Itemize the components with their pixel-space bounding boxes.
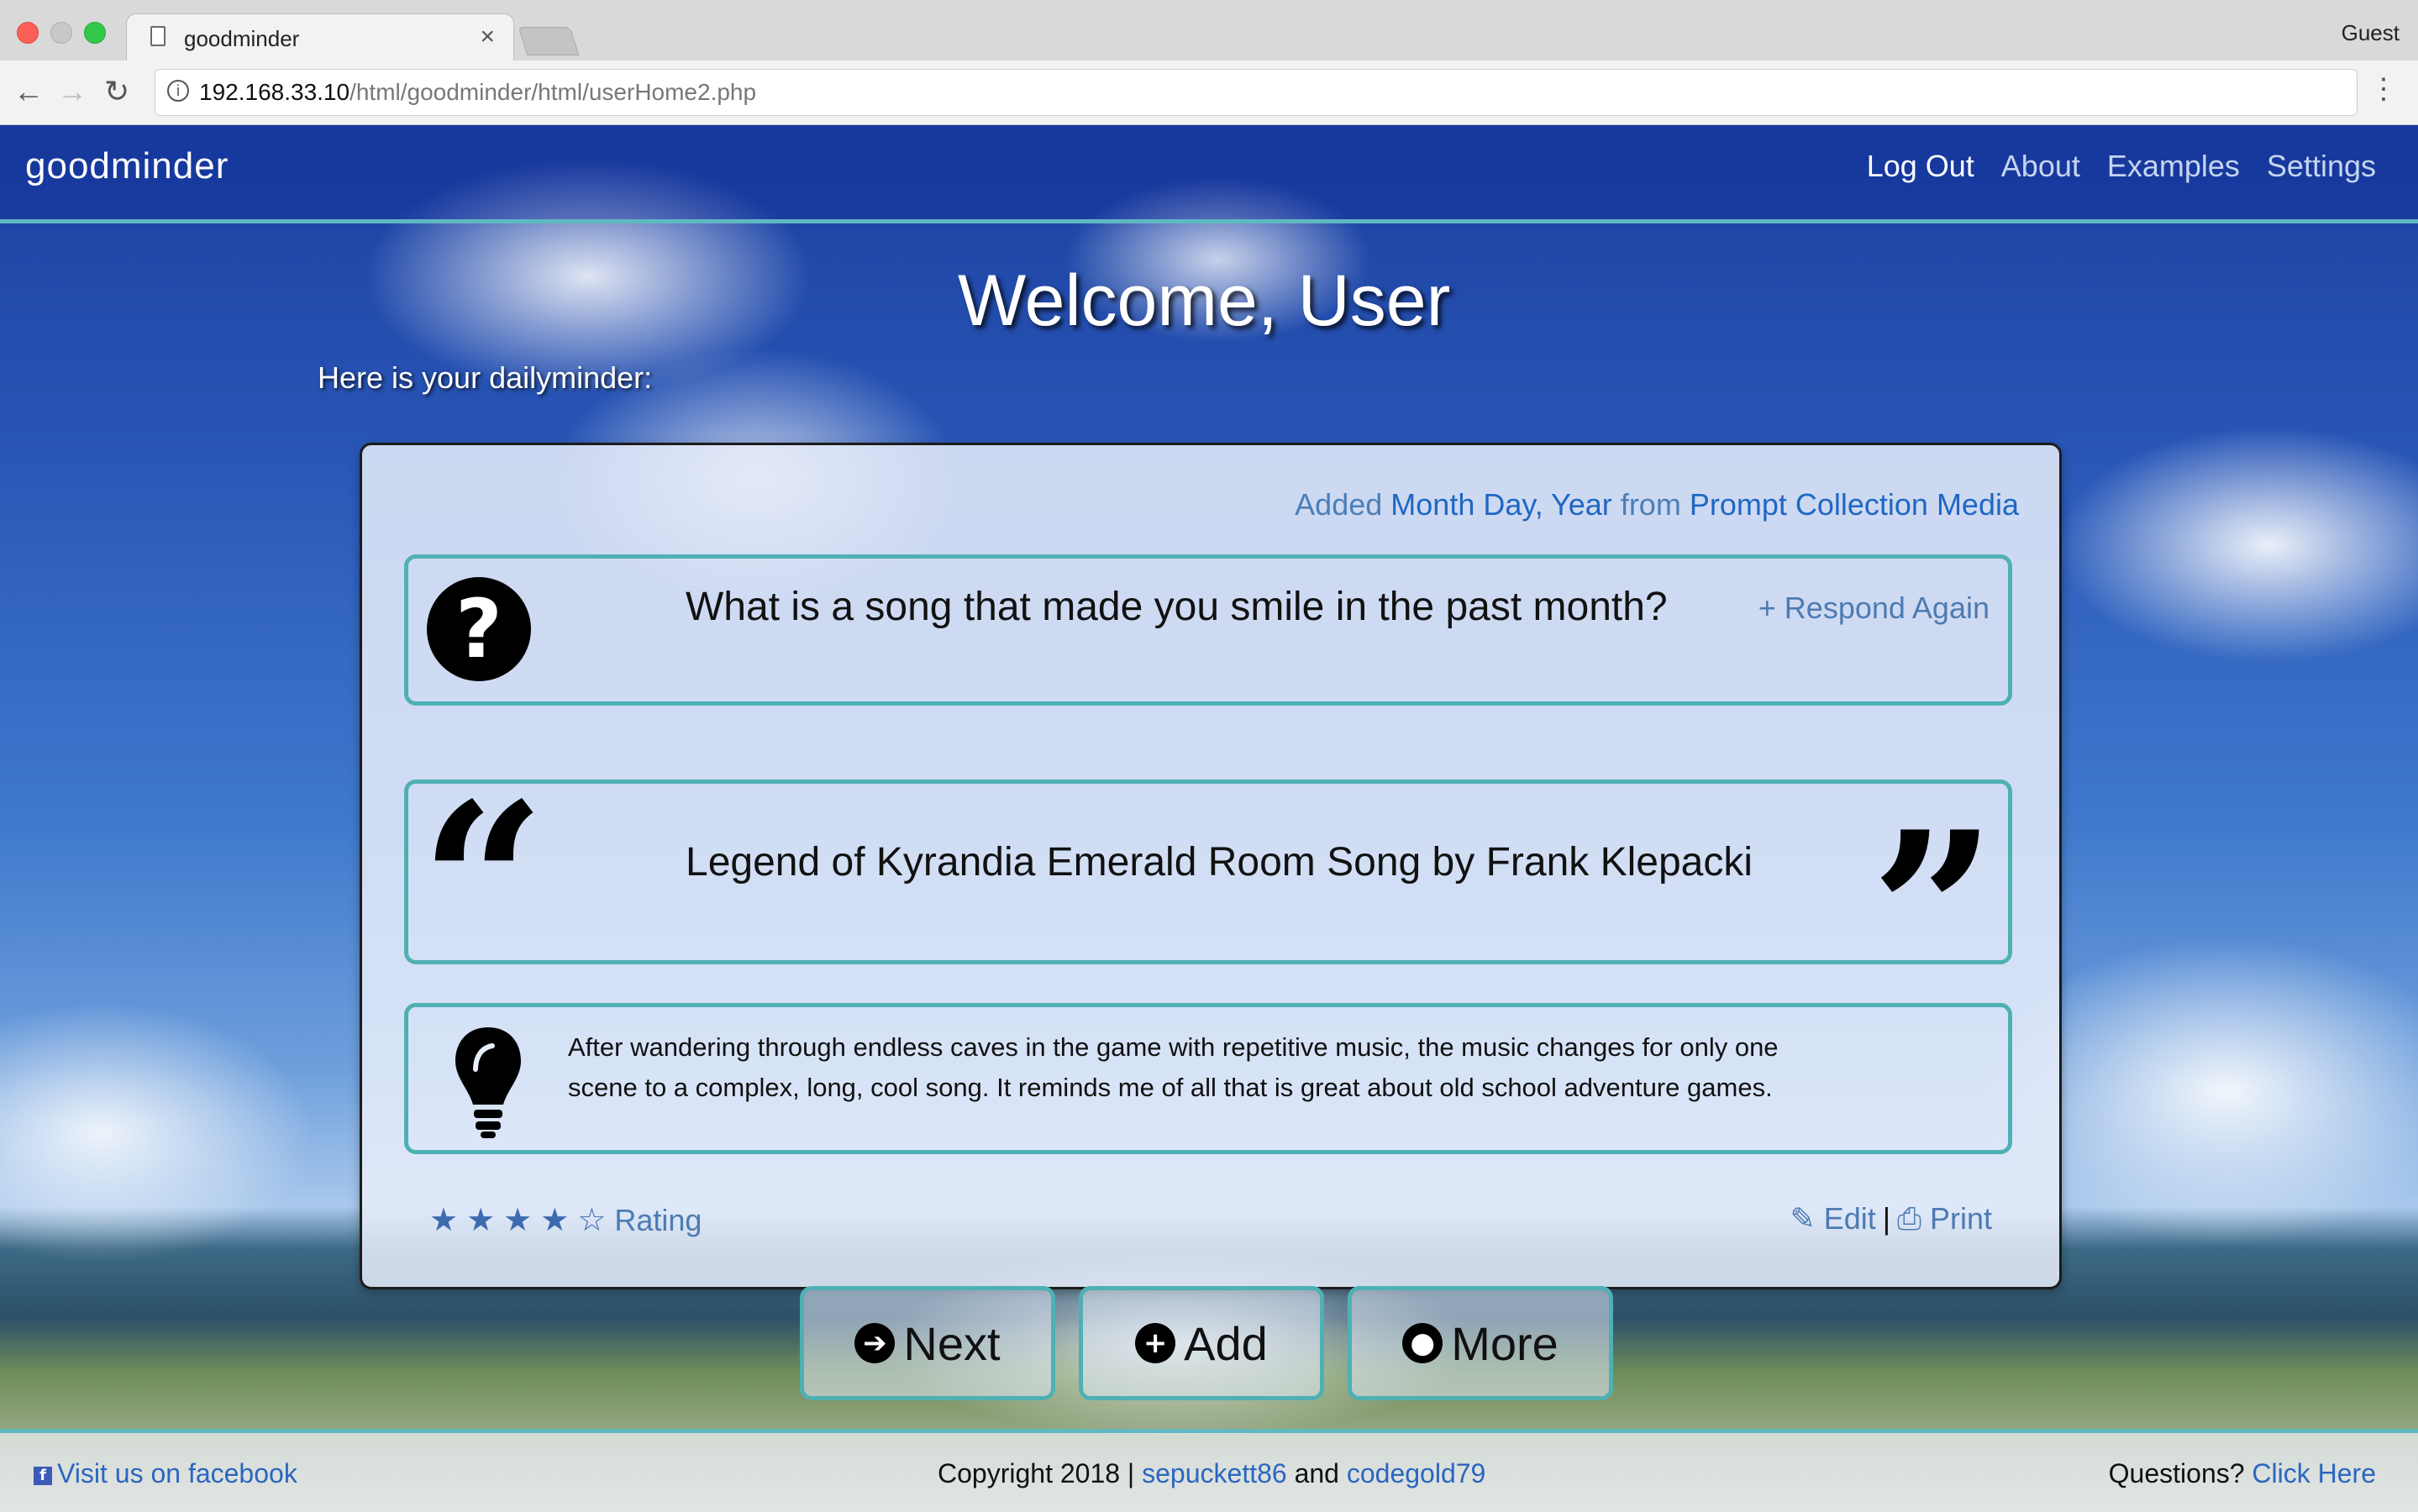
plus-circle-icon: +	[1135, 1323, 1176, 1363]
click-here-link[interactable]: Click Here	[2252, 1458, 2376, 1488]
profile-label[interactable]: Guest	[2342, 20, 2400, 46]
question-circle-icon: ?	[427, 577, 531, 681]
reason-text: After wandering through endless caves in…	[568, 1032, 1779, 1102]
more-label: More	[1451, 1316, 1559, 1370]
document-icon	[150, 26, 166, 46]
add-label: Add	[1184, 1316, 1268, 1370]
url-host: 192.168.33.10	[199, 79, 350, 105]
browser-tab[interactable]: goodminder ×	[126, 13, 514, 63]
maximize-window-button[interactable]	[84, 22, 106, 44]
url-text[interactable]: 192.168.33.10/html/goodminder/html/userH…	[199, 79, 756, 106]
added-from: from	[1620, 487, 1681, 522]
plus-icon: +	[1758, 591, 1776, 625]
answer-panel: “ Legend of Kyrandia Emerald Room Song b…	[404, 775, 2012, 1022]
dailyminder-intro: Here is your dailyminder:	[318, 360, 653, 395]
lightbulb-icon	[455, 1027, 521, 1138]
answer-text: Legend of Kyrandia Emerald Room Song by …	[686, 840, 1753, 885]
added-prefix: Added	[1295, 487, 1383, 522]
nav-about[interactable]: About	[2001, 149, 2080, 184]
next-button[interactable]: ➔ Next	[800, 1286, 1055, 1400]
site-footer: f Visit us on facebook Copyright 2018 | s…	[0, 1429, 2418, 1512]
respond-again-link[interactable]: + Respond Again	[1758, 591, 1990, 626]
brand-logo[interactable]: goodminder	[25, 145, 229, 187]
nav-logout[interactable]: Log Out	[1867, 149, 1974, 184]
tab-title: goodminder	[184, 26, 300, 51]
star-full-icon[interactable]: ★	[503, 1201, 532, 1239]
nav-examples[interactable]: Examples	[2107, 149, 2240, 184]
added-date-link[interactable]: Month Day, Year	[1390, 487, 1612, 522]
back-arrow-icon[interactable]: ←	[13, 74, 44, 109]
tab-close-icon[interactable]: ×	[480, 23, 495, 51]
close-window-button[interactable]	[17, 22, 39, 44]
address-bar[interactable]: i 192.168.33.10/html/goodminder/html/use…	[155, 69, 2358, 116]
facebook-label: Visit us on facebook	[57, 1458, 297, 1488]
more-button[interactable]: ● More	[1348, 1286, 1613, 1400]
copyright-text: Copyright 2018 |	[938, 1458, 1135, 1488]
star-full-icon[interactable]: ★	[540, 1201, 569, 1239]
edit-link[interactable]: ✎ Edit	[1790, 1201, 1876, 1236]
url-path: /html/goodminder/html/userHome2.php	[350, 79, 757, 105]
minimize-window-button[interactable]	[50, 22, 72, 44]
edit-icon: ✎	[1790, 1201, 1816, 1236]
site-navbar: goodminder Log Out About Examples Settin…	[0, 125, 2418, 223]
facebook-icon: f	[34, 1466, 52, 1485]
print-icon: ⎙	[1897, 1201, 1921, 1236]
print-link[interactable]: ⎙ Print	[1897, 1201, 1992, 1236]
add-button[interactable]: + Add	[1079, 1286, 1324, 1400]
dailyminder-card: Added Month Day, Year from Prompt Collec…	[360, 443, 2062, 1289]
added-info: Added Month Day, Year from Prompt Collec…	[1295, 487, 2019, 522]
separator: |	[1882, 1201, 1891, 1236]
next-label: Next	[903, 1316, 1001, 1370]
rating-control[interactable]: ★ ★ ★ ★ ☆ Rating	[429, 1201, 702, 1239]
and-text: and	[1294, 1458, 1339, 1488]
browser-menu-icon[interactable]: ⋮	[2369, 72, 2398, 106]
dot-circle-icon: ●	[1402, 1323, 1443, 1363]
author2-link[interactable]: codegold79	[1347, 1458, 1485, 1488]
page-background: goodminder Log Out About Examples Settin…	[0, 125, 2418, 1512]
forward-arrow-icon[interactable]: →	[57, 74, 87, 109]
rating-label[interactable]: Rating	[614, 1203, 702, 1238]
prompt-question: What is a song that made you smile in th…	[686, 585, 1668, 629]
edit-print-links: ✎ Edit | ⎙ Print	[1790, 1201, 1992, 1237]
star-full-icon[interactable]: ★	[466, 1201, 495, 1239]
info-icon[interactable]: i	[167, 80, 189, 102]
new-tab-button[interactable]	[518, 27, 580, 55]
page-title: Welcome, User	[958, 260, 1451, 341]
quote-close-icon: ”	[1870, 785, 1996, 1041]
print-label: Print	[1929, 1201, 1992, 1236]
author1-link[interactable]: sepuckett86	[1142, 1458, 1287, 1488]
reason-panel: After wandering through endless caves in…	[404, 1003, 2012, 1154]
quote-open-icon: “	[420, 756, 546, 1012]
browser-toolbar: ← → ↻ i 192.168.33.10/html/goodminder/ht…	[0, 60, 2418, 125]
edit-label: Edit	[1823, 1201, 1876, 1236]
respond-again-label: Respond Again	[1784, 591, 1990, 625]
reload-icon[interactable]: ↻	[104, 74, 129, 109]
collection-link[interactable]: Prompt Collection Media	[1690, 487, 2019, 522]
questions-contact: Questions? Click Here	[2109, 1458, 2376, 1489]
nav-settings[interactable]: Settings	[2267, 149, 2376, 184]
star-empty-icon[interactable]: ☆	[577, 1201, 606, 1239]
copyright: Copyright 2018 | sepuckett86 and codegol…	[938, 1458, 1485, 1489]
arrow-circle-right-icon: ➔	[854, 1323, 896, 1363]
questions-text: Questions?	[2108, 1458, 2245, 1488]
star-full-icon[interactable]: ★	[429, 1201, 458, 1239]
prompt-panel: ? What is a song that made you smile in …	[404, 554, 2012, 706]
nav-links: Log Out About Examples Settings	[1867, 149, 2376, 184]
facebook-link[interactable]: f Visit us on facebook	[34, 1458, 297, 1489]
browser-tab-strip: goodminder × Guest	[0, 0, 2418, 63]
